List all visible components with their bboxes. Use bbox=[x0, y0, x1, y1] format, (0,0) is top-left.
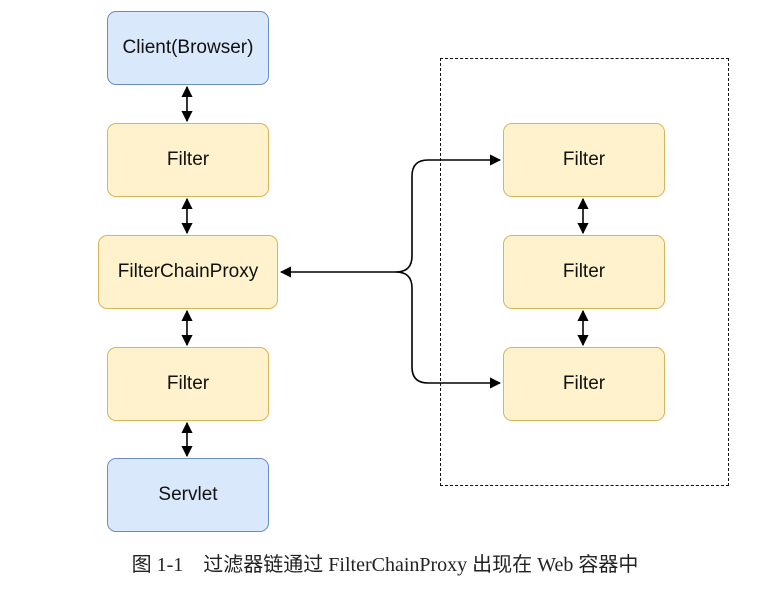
arrow-proxy-to-group-bottom bbox=[395, 271, 502, 389]
arrow-proxy-to-group bbox=[279, 154, 502, 278]
figure-caption: 图 1-1 过滤器链通过 FilterChainProxy 出现在 Web 容器… bbox=[131, 554, 639, 576]
connector-layer bbox=[181, 85, 589, 458]
